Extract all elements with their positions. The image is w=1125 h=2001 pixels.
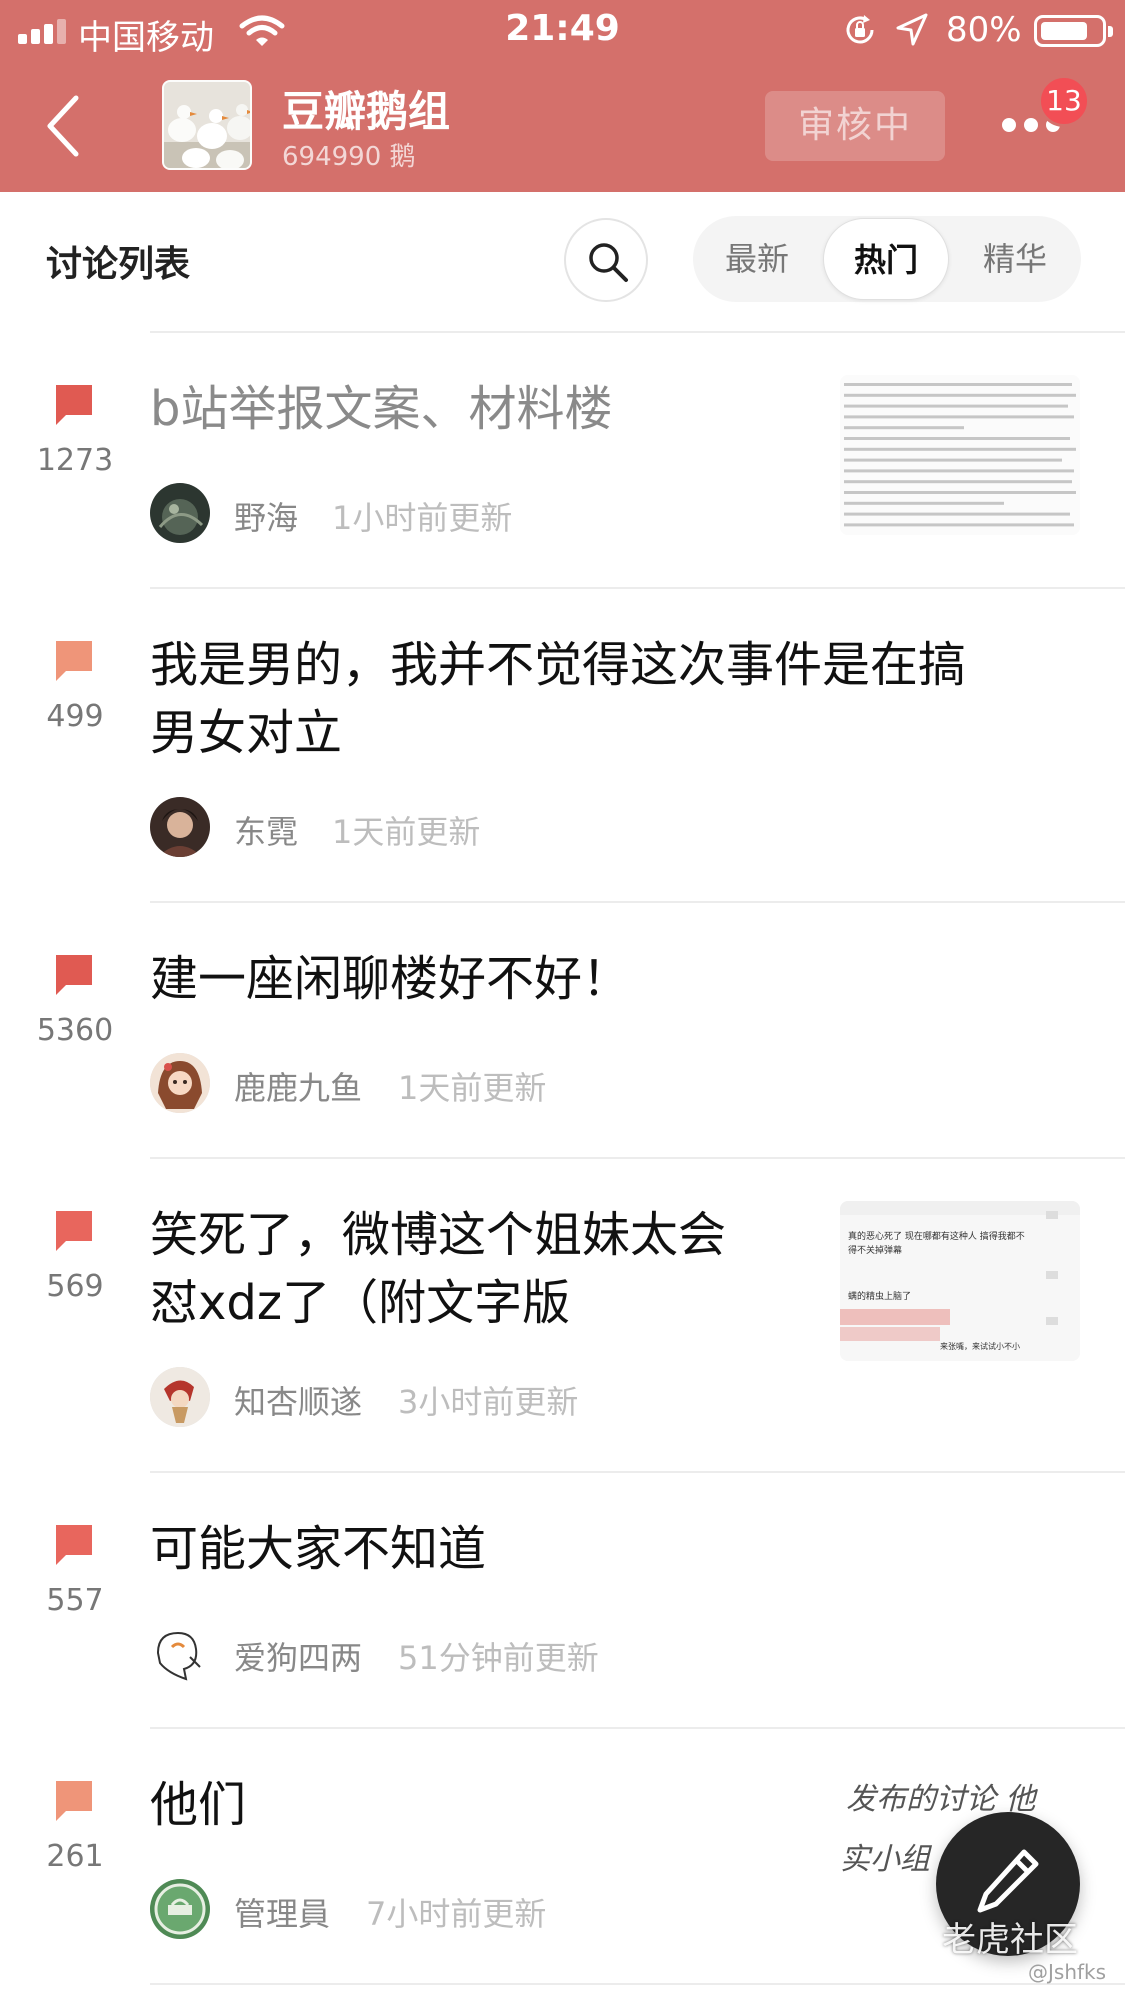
topic-thumbnail[interactable]: 真的恶心死了 现在哪都有这种人 搞得我都不 得不关掉弹幕 螨的精虫上脑了 来张嘴… (840, 1201, 1080, 1361)
topic-title: 笑死了，微博这个姐妹太会 怼xdz了（附文字版 (150, 1207, 727, 1331)
author-name[interactable]: 爱狗四两 (234, 1633, 362, 1679)
author-name[interactable]: 管理員 (234, 1889, 330, 1935)
update-time: 7小时前更新 (366, 1895, 547, 1933)
author-name[interactable]: 鹿鹿九鱼 (234, 1063, 362, 1109)
watermark-text: 老虎社区 (942, 1920, 1078, 1960)
divider (150, 1983, 1125, 1985)
chat-line: 来张嘴，来试试小不小 (940, 1341, 1020, 1351)
comment-bubble-icon (56, 1211, 92, 1251)
doc-text-line (844, 404, 1068, 408)
topic-title: 他们 (150, 1777, 247, 1833)
search-icon (589, 243, 628, 282)
comment-bubble-icon (56, 641, 92, 681)
battery-icon (1034, 15, 1113, 47)
author-name[interactable]: 知杏顺遂 (234, 1377, 362, 1423)
author-avatar[interactable] (150, 1879, 210, 1939)
battery-percentage: 80% (946, 10, 1022, 50)
doc-text-line (844, 512, 1070, 516)
doc-text-line (844, 491, 1076, 494)
pencil-icon (977, 1849, 1039, 1913)
comment-bubble-icon (56, 1525, 92, 1565)
update-time: 51分钟前更新 (398, 1639, 599, 1677)
comment-bubble-icon (56, 955, 92, 995)
topic-item[interactable]: 5360 建一座闲聊楼好不好！ 鹿鹿九鱼 1天前更新 (0, 903, 1125, 1157)
doc-text-line (844, 480, 1072, 484)
tab-hot[interactable]: 热门 (823, 218, 949, 300)
topic-item[interactable]: 1273 b站举报文案、材料楼 野海 1小时前更新 (0, 333, 1125, 587)
update-time: 3小时前更新 (398, 1383, 579, 1421)
chat-line: 得不关掉弹幕 (848, 1244, 902, 1256)
handwritten-line: 实小组 (840, 1842, 933, 1877)
author-avatar[interactable] (150, 1623, 210, 1683)
list-title: 讨论列表 (46, 244, 191, 285)
notification-badge: 13 (1038, 75, 1090, 127)
doc-text-line (844, 447, 1076, 451)
reply-count: 1273 (36, 443, 114, 478)
topic-item[interactable]: 557 可能大家不知道 爱狗四两 51分钟前更新 (0, 1473, 1125, 1727)
topic-title: b站举报文案、材料楼 (150, 381, 613, 437)
doc-text-line (844, 458, 1062, 462)
reply-count: 557 (46, 1583, 104, 1618)
sort-segmented-control: 最新 热门 精华 (693, 216, 1081, 302)
doc-text-line (844, 415, 1074, 419)
chat-screenshot-thumbnail: 真的恶心死了 现在哪都有这种人 搞得我都不 得不关掉弹幕 螨的精虫上脑了 来张嘴… (840, 1201, 1080, 1361)
location-arrow-icon (896, 13, 928, 46)
rotation-lock-icon (846, 15, 874, 44)
tab-featured[interactable]: 精华 (951, 216, 1079, 302)
topic-item[interactable]: 569 笑死了，微博这个姐妹太会 怼xdz了（附文字版 知杏顺遂 3小时前更新 … (0, 1159, 1125, 1471)
doc-text-line (844, 393, 1076, 397)
update-time: 1小时前更新 (332, 499, 513, 537)
topic-title: 我是男的，我并不觉得这次事件是在搞 男女对立 (150, 637, 967, 761)
group-name: 豆瓣鹅组 (282, 87, 451, 136)
reply-count: 261 (46, 1839, 104, 1874)
tab-latest[interactable]: 最新 (693, 216, 821, 302)
search-button[interactable] (564, 218, 648, 302)
document-text-thumbnail (840, 375, 1080, 535)
chat-line: 真的恶心死了 现在哪都有这种人 搞得我都不 (848, 1230, 1025, 1242)
comment-bubble-icon (56, 385, 92, 425)
author-avatar[interactable] (150, 483, 210, 543)
topic-title: 可能大家不知道 (150, 1521, 487, 1577)
author-avatar[interactable] (150, 1367, 210, 1427)
geese-photo-icon (164, 82, 250, 168)
chat-line: 螨的精虫上脑了 (848, 1290, 911, 1302)
author-avatar[interactable] (150, 1053, 210, 1113)
doc-text-line (844, 426, 964, 430)
reply-count: 5360 (36, 1013, 114, 1048)
status-bar: 中国移动 21:49 80% (0, 0, 1125, 60)
comment-bubble-icon (56, 1781, 92, 1821)
doc-text-line (844, 383, 1072, 386)
member-count: 694990 鹅 (282, 142, 416, 172)
doc-text-line (844, 437, 1070, 440)
update-time: 1天前更新 (332, 813, 481, 851)
author-name[interactable]: 野海 (234, 493, 298, 539)
doc-text-line (844, 501, 1004, 505)
doc-text-line (844, 523, 1074, 527)
group-avatar[interactable] (162, 80, 252, 170)
review-status-button[interactable]: 审核中 (765, 91, 945, 161)
update-time: 1天前更新 (398, 1069, 547, 1107)
author-name[interactable]: 东霓 (234, 807, 298, 853)
doc-text-line (844, 469, 1074, 473)
topic-item[interactable]: 499 我是男的，我并不觉得这次事件是在搞 男女对立 东霓 1天前更新 (0, 589, 1125, 901)
topic-title: 建一座闲聊楼好不好！ (150, 951, 631, 1007)
back-arrow-icon[interactable] (40, 92, 88, 160)
reply-count: 569 (46, 1269, 104, 1304)
topic-thumbnail[interactable] (840, 375, 1080, 535)
author-avatar[interactable] (150, 797, 210, 857)
reply-count: 499 (46, 699, 104, 734)
top-header: 中国移动 21:49 80% 豆瓣鹅组 694990 鹅 审核中 13 (0, 0, 1125, 192)
watermark-handle: @Jshfks (1028, 1960, 1107, 1984)
